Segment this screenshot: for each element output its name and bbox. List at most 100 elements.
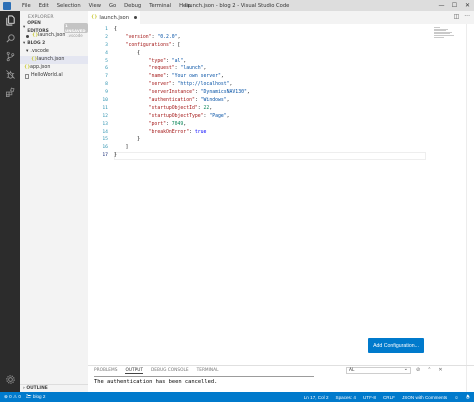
- indentation[interactable]: Spaces: 4: [336, 395, 356, 400]
- name-value: "Your own server": [171, 74, 221, 80]
- status-left: ⊗ 0 ⚠ 0 🗁 blog 2: [4, 392, 45, 402]
- request-value: "launch": [180, 66, 204, 72]
- code-line: "port": 7049,: [148, 121, 187, 127]
- code-line: {: [114, 27, 117, 32]
- menu-selection[interactable]: Selection: [53, 3, 85, 9]
- workspace-label: BLOG 2: [27, 41, 46, 46]
- source-control-icon[interactable]: [0, 47, 20, 65]
- explorer-icon[interactable]: [0, 11, 20, 29]
- more-actions-icon[interactable]: ···: [464, 13, 470, 20]
- line-number: 16: [102, 145, 108, 151]
- line-number: 2: [105, 34, 108, 40]
- errors-indicator[interactable]: ⊗ 0 ⚠ 0: [4, 394, 21, 400]
- code-lines: { "version": "0.2.0", "configurations": …: [114, 26, 250, 160]
- open-editor-name: launch.json: [38, 33, 66, 38]
- code-line: }: [114, 137, 140, 143]
- end-of-line[interactable]: CRLF: [383, 395, 395, 400]
- chevron-down-icon: ▾: [23, 25, 26, 30]
- tab-output[interactable]: OUTPUT: [125, 367, 143, 374]
- notifications-icon[interactable]: 🕭: [466, 393, 470, 401]
- code-line: {: [114, 50, 140, 56]
- activity-bar: [0, 11, 20, 392]
- folder-indicator[interactable]: 🗁 blog 2: [26, 393, 46, 401]
- search-icon[interactable]: [0, 29, 20, 47]
- menu-go[interactable]: Go: [105, 3, 120, 9]
- split-editor-icon[interactable]: ◫: [454, 13, 460, 20]
- line-number: 13: [102, 121, 108, 127]
- authentication-value: "Windows": [200, 98, 227, 104]
- startup-object-type-value: "Page": [209, 113, 227, 119]
- file-helloworld-al[interactable]: HelloWorld.al: [20, 72, 88, 80]
- panel-scrollbar[interactable]: [466, 366, 474, 393]
- outline-label: OUTLINE: [26, 386, 48, 391]
- code-line: }: [114, 153, 117, 159]
- minimap[interactable]: [434, 27, 460, 41]
- file-name: app.json: [30, 65, 51, 70]
- folder-name: .vscode: [30, 49, 49, 54]
- file-app-json[interactable]: {} app.json: [20, 64, 88, 72]
- menu-help[interactable]: Help: [175, 3, 195, 9]
- open-editors-header[interactable]: ▾ OPEN EDITORS 1 UNSAVED: [20, 21, 88, 34]
- file-icon: [25, 73, 29, 79]
- editor-actions: ◫ ···: [454, 13, 470, 20]
- line-number: 4: [105, 50, 108, 56]
- close-panel-icon[interactable]: ✕: [438, 367, 442, 373]
- warnings-count: 0: [18, 394, 21, 399]
- editor-scrollbar[interactable]: [466, 24, 474, 365]
- debug-icon[interactable]: [0, 65, 20, 83]
- tab-debug-console[interactable]: DEBUG CONSOLE: [151, 367, 189, 374]
- feedback-icon[interactable]: ☺: [454, 395, 459, 400]
- line-number: 5: [105, 58, 108, 64]
- code-line: "request": "launch",: [148, 66, 207, 72]
- modified-dot-icon[interactable]: [26, 34, 29, 38]
- code-line: "breakOnError": true: [148, 129, 207, 135]
- cursor-position[interactable]: Ln 17, Col 2: [304, 395, 329, 400]
- panel-tabs: PROBLEMS OUTPUT DEBUG CONSOLE TERMINAL: [94, 367, 218, 374]
- file-name: launch.json: [37, 57, 65, 62]
- chevron-down-icon: ▾: [26, 49, 29, 54]
- close-button[interactable]: ✕: [461, 0, 474, 11]
- code-line: "version": "0.2.0",: [125, 34, 181, 40]
- code-line: "authentication": "Windows",: [148, 98, 230, 104]
- menu-edit[interactable]: Edit: [35, 3, 53, 9]
- add-configuration-button[interactable]: Add Configuration...: [368, 338, 424, 353]
- tab-label: launch.json: [99, 14, 130, 21]
- language-mode[interactable]: JSON with Comments: [402, 395, 447, 400]
- encoding[interactable]: UTF-8: [363, 395, 376, 400]
- line-number: 10: [102, 98, 108, 104]
- maximize-button[interactable]: ☐: [448, 0, 461, 11]
- menu-view[interactable]: View: [85, 3, 105, 9]
- line-number-gutter: 1 2 3 4 5 6 7 8 9 10 11 12 13 14 15 16 1…: [88, 26, 114, 160]
- server-value: "http://localhost": [177, 82, 230, 88]
- json-file-icon: {}: [91, 15, 98, 20]
- unsaved-dot-icon[interactable]: [134, 16, 138, 19]
- chevron-right-icon: ›: [23, 386, 25, 391]
- workspace-header[interactable]: ▾ BLOG 2: [20, 40, 88, 48]
- tab-problems[interactable]: PROBLEMS: [94, 367, 117, 374]
- clear-output-icon[interactable]: ⊘: [416, 367, 420, 373]
- type-value: "al": [171, 58, 184, 64]
- tab-launch-json[interactable]: {} launch.json: [88, 11, 140, 24]
- menu-debug[interactable]: Debug: [120, 3, 145, 9]
- code-line: ]: [114, 145, 129, 151]
- maximize-panel-icon[interactable]: ⌃: [427, 367, 431, 373]
- menu-terminal[interactable]: Terminal: [145, 3, 175, 9]
- folder-vscode[interactable]: ▾ .vscode: [20, 48, 88, 56]
- tab-terminal[interactable]: TERMINAL: [197, 367, 219, 374]
- outline-header[interactable]: › OUTLINE: [20, 384, 88, 392]
- clipped-output-line: [94, 375, 324, 377]
- line-number: 12: [102, 113, 108, 119]
- gear-icon[interactable]: [0, 370, 20, 388]
- bottom-panel: PROBLEMS OUTPUT DEBUG CONSOLE TERMINAL A…: [88, 365, 474, 393]
- minimize-button[interactable]: —: [435, 0, 448, 11]
- code-editor[interactable]: 1 2 3 4 5 6 7 8 9 10 11 12 13 14 15 16 1…: [88, 24, 474, 365]
- menu-file[interactable]: File: [18, 3, 35, 9]
- code-line: "server": "http://localhost",: [148, 82, 233, 88]
- line-number: 15: [102, 137, 108, 143]
- line-number: 11: [102, 105, 108, 111]
- extensions-icon[interactable]: [0, 83, 20, 101]
- line-number: 17: [102, 153, 108, 159]
- output-channel-select[interactable]: AL: [346, 366, 411, 374]
- code-line: "type": "al",: [148, 58, 187, 64]
- file-launch-json[interactable]: {} launch.json: [20, 56, 88, 64]
